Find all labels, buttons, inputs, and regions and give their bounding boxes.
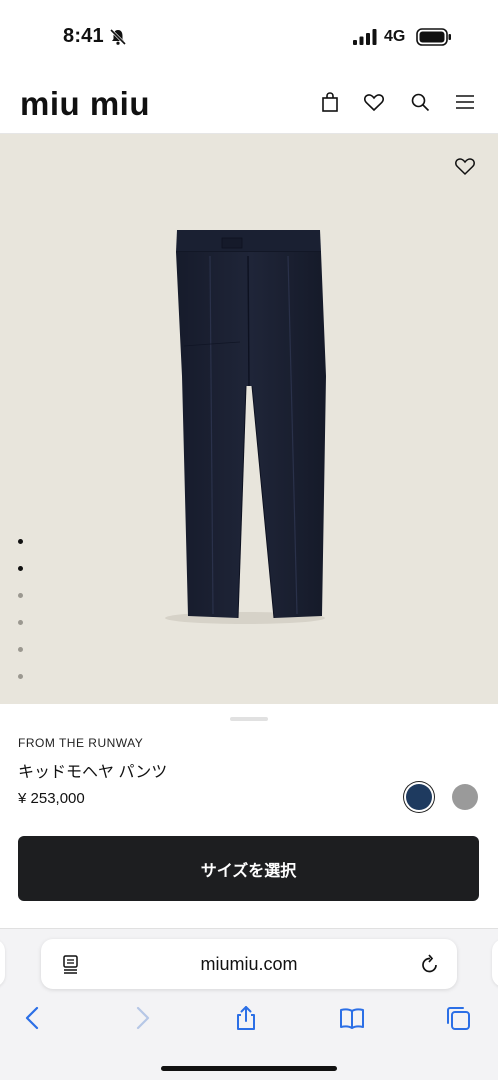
carousel-dot[interactable] — [18, 593, 23, 598]
bag-icon[interactable] — [318, 90, 342, 114]
carousel-pagination — [18, 539, 26, 701]
reload-icon[interactable] — [420, 953, 440, 975]
select-size-button[interactable]: サイズを選択 — [18, 836, 479, 901]
wishlist-heart-icon[interactable] — [453, 154, 477, 178]
product-photo-trousers — [165, 230, 326, 624]
carousel-dot[interactable] — [18, 674, 23, 679]
back-icon[interactable] — [20, 1005, 46, 1031]
status-time: 8:41 — [63, 25, 104, 47]
previous-tab-peek[interactable] — [0, 939, 5, 987]
silent-bell-icon — [109, 28, 127, 46]
product-image-carousel[interactable] — [0, 134, 498, 704]
site-header: miu miu — [0, 74, 498, 134]
carousel-dot[interactable] — [18, 566, 23, 571]
signal-icon — [353, 29, 377, 45]
forward-icon[interactable] — [129, 1005, 155, 1031]
carousel-dot[interactable] — [18, 647, 23, 652]
tabs-icon[interactable] — [445, 1005, 471, 1031]
sheet-drag-handle[interactable] — [230, 717, 268, 721]
carousel-dot[interactable] — [18, 620, 23, 625]
url-text[interactable]: miumiu.com — [41, 954, 457, 975]
browser-toolbar: miumiu.com — [0, 928, 498, 1080]
share-icon[interactable] — [233, 1005, 259, 1031]
product-name: キッドモヘヤ パンツ — [18, 764, 168, 781]
product-price: ¥ 253,000 — [18, 790, 85, 807]
menu-icon[interactable] — [453, 90, 477, 114]
product-collection-label: FROM THE RUNWAY — [18, 736, 144, 750]
heart-icon[interactable] — [362, 90, 386, 114]
color-swatch-grey[interactable] — [452, 784, 478, 810]
color-swatch-navy[interactable] — [406, 784, 432, 810]
status-bar: 8:41 4G — [0, 0, 498, 74]
address-bar[interactable]: miumiu.com — [41, 939, 457, 989]
search-icon[interactable] — [408, 90, 432, 114]
brand-logo[interactable]: miu miu — [20, 87, 150, 120]
carousel-dot[interactable] — [18, 539, 23, 544]
next-tab-peek[interactable] — [492, 939, 498, 987]
battery-icon — [416, 28, 451, 46]
network-label: 4G — [384, 28, 406, 45]
home-indicator[interactable] — [161, 1066, 337, 1071]
bookmarks-icon[interactable] — [339, 1005, 365, 1031]
